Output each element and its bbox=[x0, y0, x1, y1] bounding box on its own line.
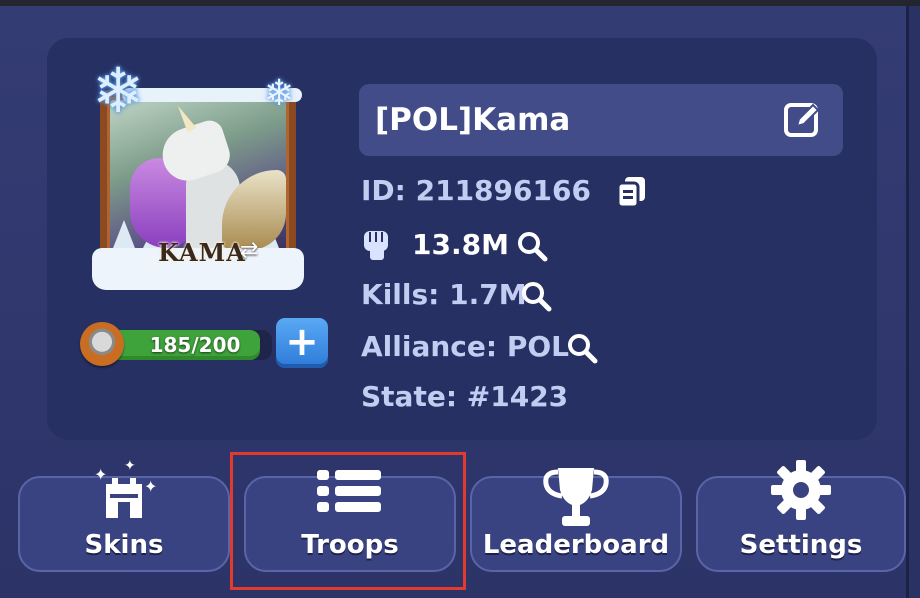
stamina-value: 185/200 bbox=[149, 333, 241, 357]
player-state: State: #1423 bbox=[361, 380, 569, 413]
player-id: ID: 211896166 bbox=[361, 174, 591, 207]
skins-label: Skins bbox=[84, 530, 164, 560]
fist-icon bbox=[364, 231, 388, 260]
search-kills-icon[interactable] bbox=[520, 280, 552, 312]
skins-button[interactable]: ✦ ✦ ✦ Skins bbox=[18, 458, 230, 572]
svg-text:✦: ✦ bbox=[144, 477, 157, 496]
player-power: 13.8M bbox=[412, 228, 509, 261]
state-row: State: #1423 bbox=[361, 380, 568, 413]
avatar[interactable]: KAMA ⇄ ❄ ❄ bbox=[92, 54, 304, 290]
leaderboard-label: Leaderboard bbox=[482, 530, 670, 560]
player-id-row: ID: 211896166 bbox=[361, 174, 649, 209]
svg-text:✦: ✦ bbox=[124, 458, 136, 474]
swap-icon[interactable]: ⇄ bbox=[240, 238, 258, 263]
copy-icon[interactable] bbox=[615, 175, 649, 209]
leaderboard-button[interactable]: Leaderboard bbox=[470, 468, 682, 572]
settings-label: Settings bbox=[739, 530, 863, 560]
add-stamina-button[interactable]: + bbox=[276, 318, 328, 368]
svg-text:✦: ✦ bbox=[94, 465, 107, 484]
troops-highlight bbox=[230, 452, 466, 590]
snowflake-icon: ❄ bbox=[264, 73, 295, 114]
snowflake-icon: ❄ bbox=[92, 54, 144, 127]
player-name-box: [POL]Kama bbox=[359, 84, 843, 156]
stamina-can-icon bbox=[80, 322, 124, 366]
settings-button[interactable]: Settings bbox=[696, 460, 906, 572]
edit-pencil-icon[interactable] bbox=[783, 100, 823, 140]
search-alliance-icon[interactable] bbox=[566, 332, 598, 364]
search-power-icon[interactable] bbox=[516, 230, 548, 262]
stamina-bar: 185/200 + bbox=[80, 318, 330, 370]
unicorn-horn bbox=[173, 103, 197, 133]
player-name: [POL]Kama bbox=[375, 102, 571, 138]
gear-icon bbox=[771, 460, 831, 520]
alliance-row: Alliance: POL bbox=[361, 330, 569, 363]
castle-icon: ✦ ✦ ✦ bbox=[94, 458, 157, 518]
player-kills: Kills: 1.7M bbox=[361, 278, 527, 311]
player-alliance: Alliance: POL bbox=[361, 330, 569, 363]
kills-row: Kills: 1.7M bbox=[361, 278, 527, 311]
trophy-icon bbox=[543, 468, 609, 526]
